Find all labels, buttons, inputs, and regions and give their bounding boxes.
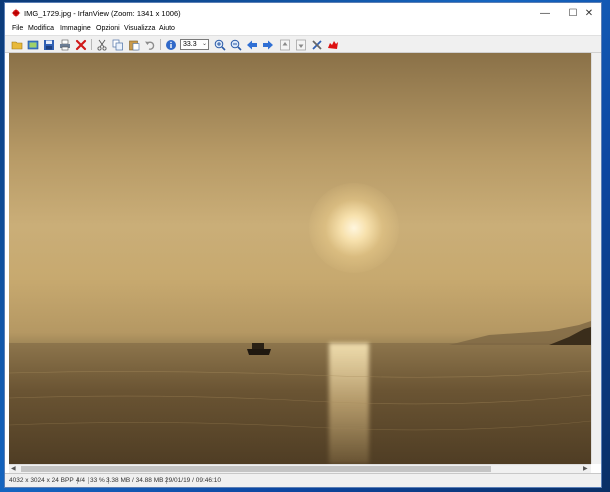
vertical-scrollbar[interactable] (591, 53, 601, 464)
status-file-size: 3.38 MB / 34.88 MB (106, 477, 168, 484)
thumbnails-icon (27, 40, 38, 49)
close-icon: ✕ (584, 7, 594, 19)
print-button[interactable] (58, 38, 71, 51)
menu-modifica[interactable]: Modifica (28, 25, 54, 32)
arrow-left-icon (246, 40, 257, 49)
minimize-icon: — (540, 7, 550, 19)
paste-icon (128, 40, 139, 50)
copy-icon (112, 39, 123, 50)
delete-icon (75, 39, 86, 50)
zoom-select[interactable]: 33.3 ⌄ (180, 39, 209, 50)
status-dimensions: 4032 x 3024 x 24 BPP (9, 477, 78, 484)
zoom-in-button[interactable] (213, 38, 226, 51)
cut-icon (96, 39, 107, 51)
print-icon (59, 39, 70, 50)
zoom-out-icon (230, 39, 242, 51)
paste-button[interactable] (127, 38, 140, 51)
undo-icon (144, 41, 154, 50)
menu-aiuto[interactable]: Aiuto (159, 25, 175, 32)
irfanview-window: IMG_1729.jpg - IrfanView (Zoom: 1341 x 1… (4, 2, 602, 488)
status-index: 4/4 (76, 477, 90, 484)
zoom-in-icon (214, 39, 226, 51)
zoom-out-button[interactable] (229, 38, 242, 51)
info-button[interactable] (164, 38, 177, 51)
tools-icon (311, 39, 322, 50)
status-datetime: 29/01/19 / 09:46:10 (165, 477, 222, 484)
chevron-down-icon: ⌄ (201, 41, 207, 47)
info-icon (165, 39, 176, 50)
minimize-button[interactable]: — (531, 3, 559, 23)
irfanview-app-icon (11, 8, 21, 18)
scroll-up-button[interactable] (278, 38, 291, 51)
scroll-down-button[interactable] (294, 38, 307, 51)
zoom-value: 33.3 (183, 41, 197, 48)
window-title: IMG_1729.jpg - IrfanView (Zoom: 1341 x 1… (24, 9, 181, 18)
copy-button[interactable] (111, 38, 124, 51)
open-folder-icon (11, 41, 22, 49)
toolbar-separator (91, 39, 92, 50)
irfanview-cat-icon (327, 40, 338, 49)
menu-opzioni[interactable]: Opzioni (96, 25, 120, 32)
menu-file[interactable]: File (12, 25, 23, 32)
save-button[interactable] (42, 38, 55, 51)
close-button[interactable]: ✕ (575, 3, 603, 23)
photo-shapes (9, 321, 591, 431)
save-icon (43, 39, 54, 50)
menu-immagine[interactable]: Immagine (60, 25, 91, 32)
open-button[interactable] (10, 38, 23, 51)
irfanview-button[interactable] (326, 38, 339, 51)
scroll-left-icon[interactable]: ◀ (11, 465, 16, 472)
menu-bar: File Modifica Immagine Opzioni Visualizz… (5, 23, 601, 35)
page-up-icon (279, 39, 290, 50)
settings-button[interactable] (310, 38, 323, 51)
status-bar: 4032 x 3024 x 24 BPP 4/4 33 % 3.38 MB / … (5, 473, 601, 487)
page-down-icon (295, 39, 306, 50)
delete-button[interactable] (74, 38, 87, 51)
horizontal-scroll-thumb[interactable] (21, 466, 491, 472)
toolbar: 33.3 ⌄ (5, 35, 601, 53)
previous-image-button[interactable] (245, 38, 258, 51)
image-canvas[interactable] (9, 53, 591, 464)
scroll-right-icon[interactable]: ▶ (583, 465, 588, 472)
next-image-button[interactable] (261, 38, 274, 51)
thumbnails-button[interactable] (26, 38, 39, 51)
undo-button[interactable] (143, 38, 156, 51)
cut-button[interactable] (95, 38, 108, 51)
horizontal-scrollbar[interactable]: ◀ ▶ (9, 464, 591, 473)
toolbar-separator (160, 39, 161, 50)
arrow-right-icon (262, 40, 273, 49)
menu-visualizza[interactable]: Visualizza (124, 25, 155, 32)
title-bar[interactable]: IMG_1729.jpg - IrfanView (Zoom: 1341 x 1… (5, 3, 601, 23)
